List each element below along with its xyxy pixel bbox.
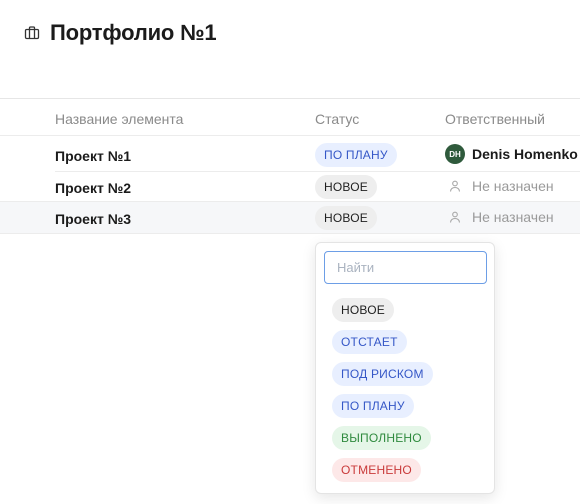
status-option-cancelled[interactable]: ОТМЕНЕНО [332, 458, 421, 482]
owner-cell[interactable]: Не назначен [445, 207, 554, 227]
page: Портфолио №1 Название элемента Статус От… [0, 0, 580, 504]
briefcase-icon [24, 25, 40, 41]
table-row[interactable]: Проект №2 НОВОЕ Не назначен [0, 171, 580, 203]
status-option-at-risk[interactable]: ПОД РИСКОМ [332, 362, 433, 386]
page-header: Портфолио №1 [24, 20, 217, 46]
row-divider [0, 201, 580, 202]
owner-unassigned: Не назначен [472, 178, 554, 194]
table-row[interactable]: Проект №1 ПО ПЛАНУ DH Denis Homenko [0, 139, 580, 171]
row-divider [0, 233, 580, 234]
avatar: DH [445, 144, 465, 164]
row-name[interactable]: Проект №1 [55, 148, 131, 164]
status-option-new[interactable]: НОВОЕ [332, 298, 394, 322]
search-input[interactable] [324, 251, 487, 284]
column-header-name[interactable]: Название элемента [55, 111, 183, 127]
owner-cell[interactable]: DH Denis Homenko [445, 144, 578, 164]
table-header: Название элемента Статус Ответственный [0, 99, 580, 136]
column-header-owner[interactable]: Ответственный [445, 111, 545, 127]
owner-unassigned: Не назначен [472, 209, 554, 225]
owner-cell[interactable]: Не назначен [445, 176, 554, 196]
status-badge[interactable]: НОВОЕ [315, 175, 377, 199]
status-badge[interactable]: НОВОЕ [315, 206, 377, 230]
owner-name: Denis Homenko [472, 146, 578, 162]
row-name[interactable]: Проект №3 [55, 211, 131, 227]
status-badge[interactable]: ПО ПЛАНУ [315, 143, 397, 167]
status-dropdown: НОВОЕ ОТСТАЕТ ПОД РИСКОМ ПО ПЛАНУ ВЫПОЛН… [315, 242, 495, 494]
status-option-behind[interactable]: ОТСТАЕТ [332, 330, 407, 354]
column-header-status[interactable]: Статус [315, 111, 359, 127]
user-icon [445, 207, 465, 227]
status-option-on-track[interactable]: ПО ПЛАНУ [332, 394, 414, 418]
table-row[interactable]: Проект №3 НОВОЕ Не назначен [0, 202, 580, 234]
user-icon [445, 176, 465, 196]
page-title: Портфолио №1 [50, 20, 217, 45]
status-option-done[interactable]: ВЫПОЛНЕНО [332, 426, 431, 450]
row-name[interactable]: Проект №2 [55, 180, 131, 196]
